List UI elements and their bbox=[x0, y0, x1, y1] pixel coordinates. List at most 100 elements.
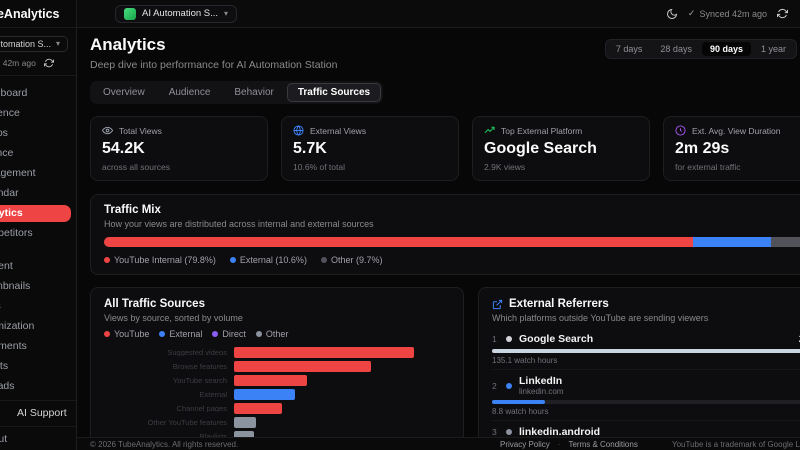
sidebar-item-label: Dashboard bbox=[0, 87, 28, 100]
sync-label: Synced 42m ago bbox=[699, 8, 767, 19]
legend-label: Direct bbox=[222, 329, 246, 339]
tab-traffic-sources[interactable]: Traffic Sources bbox=[286, 83, 382, 102]
legend-item: YouTube bbox=[104, 329, 149, 339]
mix-segment-other bbox=[771, 237, 800, 247]
chart-bar bbox=[234, 375, 308, 386]
chart-row: Browse features bbox=[104, 361, 450, 372]
sidebar-item-calendar[interactable]: Calendar bbox=[0, 185, 71, 202]
traffic-mix-title: Traffic Mix bbox=[104, 204, 161, 216]
sidebar-item-titles[interactable]: Titles bbox=[0, 298, 71, 315]
referrer-names: LinkedIn linkedin.com bbox=[519, 375, 563, 396]
legend-item: External bbox=[159, 329, 202, 339]
stat-label: External Views bbox=[310, 125, 367, 136]
sidebar-item-label: Videos bbox=[0, 127, 8, 140]
referrer-row[interactable]: 2LinkedInlinkedin.com423views8.8 watch h… bbox=[492, 369, 800, 420]
traffic-mix-panel: Traffic Mix How your views are distribut… bbox=[90, 194, 800, 275]
footer: © 2026 TubeAnalytics. All rights reserve… bbox=[77, 437, 800, 450]
sidebar-item-uploads[interactable]: Uploads bbox=[0, 378, 71, 395]
sidebar-item-videos[interactable]: Videos bbox=[0, 125, 71, 142]
channel-avatar bbox=[124, 7, 136, 20]
range-button-90-days[interactable]: 90 days bbox=[701, 42, 751, 56]
legend-dot bbox=[104, 331, 110, 337]
trademark-text: YouTube is a trademark of Google LLC. No… bbox=[672, 440, 800, 449]
clock-icon bbox=[675, 125, 686, 136]
chart-category-label: Other YouTube features bbox=[147, 418, 227, 427]
sidebar-sync-label: Synced 42m ago bbox=[0, 57, 36, 68]
sources-bar-chart: Suggested videos Browse features YouTube s… bbox=[104, 347, 450, 437]
chart-row: YouTube search bbox=[104, 375, 450, 386]
sidebar-item-competitors[interactable]: Competitors bbox=[0, 225, 71, 242]
sidebar-nav-bottom: Content Thumbnails Titles Optimization Comme… bbox=[0, 258, 76, 398]
referrer-domain: linkedin.com bbox=[519, 387, 564, 397]
channel-selector[interactable]: AI Automation S... ▾ bbox=[115, 4, 238, 23]
range-button-1-year[interactable]: 1 year bbox=[753, 42, 794, 56]
dark-mode-moon-icon[interactable] bbox=[666, 8, 678, 20]
sidebar-item-optimization[interactable]: Optimization bbox=[0, 318, 71, 335]
sidebar-item-logout[interactable]: Logout bbox=[0, 431, 71, 447]
referrer-row[interactable]: 1Google Search2.9Kviews135.1 watch hours bbox=[492, 328, 800, 369]
sources-legend: YouTube External Direct Other bbox=[104, 329, 450, 339]
sidebar-divider bbox=[0, 399, 76, 401]
date-range-picker: 7 days 28 days 90 days 1 year bbox=[604, 39, 797, 59]
stat-label: Ext. Avg. View Duration bbox=[692, 125, 781, 136]
range-button-7-days[interactable]: 7 days bbox=[608, 42, 651, 56]
refresh-icon[interactable] bbox=[43, 58, 54, 68]
tab-overview[interactable]: Overview bbox=[92, 83, 156, 102]
referrer-progress-fill bbox=[492, 400, 545, 405]
referrers-title: External Referrers bbox=[509, 298, 609, 310]
chart-category-label: External bbox=[199, 390, 227, 399]
sidebar-item-content[interactable]: Content bbox=[0, 258, 71, 275]
tab-behavior[interactable]: Behavior bbox=[223, 83, 284, 102]
sidebar-item-ai-support[interactable]: AI Support bbox=[0, 405, 71, 421]
sidebar-item-engagement[interactable]: Engagement bbox=[0, 165, 71, 182]
footer-link-terms-conditions[interactable]: Terms & Conditions bbox=[568, 440, 637, 449]
referrer-watch-hours: 135.1 watch hours bbox=[492, 356, 558, 366]
sidebar-item-scripts[interactable]: Scripts bbox=[0, 358, 71, 375]
stat-caption: across all sources bbox=[102, 162, 171, 172]
chart-bar bbox=[234, 417, 256, 428]
traffic-mix-stacked-bar bbox=[104, 237, 800, 247]
range-button-28-days[interactable]: 28 days bbox=[652, 42, 700, 56]
footer-link-privacy-policy[interactable]: Privacy Policy bbox=[500, 440, 550, 449]
stat-value: 5.7K bbox=[293, 140, 327, 157]
stat-card-header: Total Views bbox=[102, 125, 256, 136]
stat-card-ext-avg-view-duration: Ext. Avg. View Duration 2m 29s for externa… bbox=[663, 116, 800, 181]
sidebar-item-label: Engagement bbox=[0, 167, 36, 180]
stat-caption: for external traffic bbox=[675, 162, 741, 172]
referrer-dot bbox=[506, 336, 512, 343]
sidebar-divider bbox=[0, 426, 76, 428]
stat-card-external-views: External Views 5.7K 10.6% of total bbox=[281, 116, 459, 181]
sidebar-item-analytics[interactable]: Analytics bbox=[0, 204, 71, 222]
traffic-mix-subtitle: How your views are distributed across in… bbox=[104, 219, 374, 229]
legend-item: YouTube Internal (79.8%) bbox=[104, 255, 216, 265]
legend-item: Other (9.7%) bbox=[320, 255, 382, 265]
sidebar-item-label: Content bbox=[0, 260, 13, 273]
stat-value: Google Search bbox=[484, 140, 597, 157]
sidebar-item-label: Optimization bbox=[0, 320, 35, 333]
referrer-rank: 3 bbox=[492, 427, 497, 437]
legend-dot bbox=[104, 257, 110, 263]
sidebar-item-dashboard[interactable]: Dashboard bbox=[0, 85, 71, 102]
refresh-icon[interactable] bbox=[777, 8, 788, 19]
tab-audience[interactable]: Audience bbox=[158, 83, 222, 102]
sources-title: All Traffic Sources bbox=[104, 298, 205, 310]
referrer-row[interactable]: 3linkedin.android271views4.2 watch hours bbox=[492, 420, 800, 437]
mix-segment-external bbox=[693, 237, 772, 247]
referrer-names: Google Search bbox=[519, 333, 593, 345]
sidebar-channel-selector[interactable]: AI Automation S... ▾ bbox=[0, 36, 68, 52]
sidebar-item-comments[interactable]: Comments bbox=[0, 338, 71, 355]
stat-card-total-views: Total Views 54.2K across all sources bbox=[90, 116, 268, 181]
sidebar-item-finance[interactable]: Finance bbox=[0, 145, 71, 162]
chart-bar bbox=[234, 403, 283, 414]
sidebar-item-label: Thumbnails bbox=[0, 280, 31, 293]
legend-label: YouTube bbox=[114, 329, 150, 339]
sidebar-item-thumbnails[interactable]: Thumbnails bbox=[0, 278, 71, 295]
app-window: ▶ TubeAnalytics AI Automation S... ▾ Syn… bbox=[0, 0, 800, 450]
chart-row: External bbox=[104, 389, 450, 400]
copyright-text: © 2026 TubeAnalytics. All rights reserve… bbox=[90, 440, 239, 449]
referrer-progress-fill bbox=[492, 349, 800, 354]
referrer-watch-hours: 8.8 watch hours bbox=[492, 407, 549, 417]
trending-up-icon bbox=[484, 125, 495, 136]
sidebar-item-audience[interactable]: Audience bbox=[0, 105, 71, 122]
page-title: Analytics bbox=[90, 35, 166, 54]
